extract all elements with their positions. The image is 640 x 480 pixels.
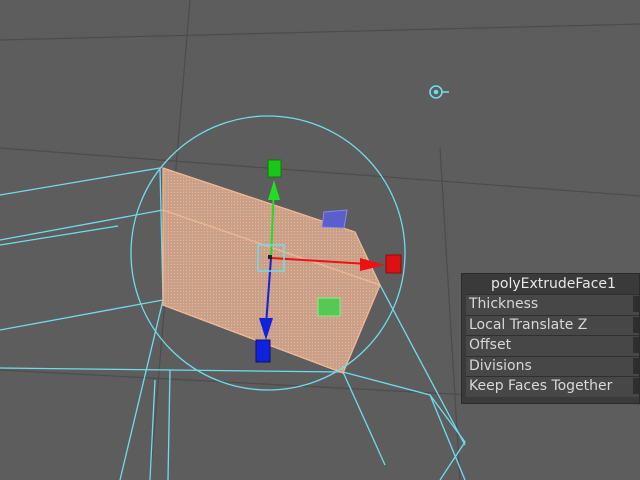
attr-row-thickness[interactable]: Thickness	[466, 294, 639, 315]
z-axis-handle-icon[interactable]	[255, 339, 271, 363]
pivot-dot-icon	[268, 255, 272, 259]
viewport-canvas[interactable]	[0, 0, 640, 480]
3d-viewport[interactable]: polyExtrudeFace1 Thickness Local Transla…	[0, 0, 640, 480]
attr-label: Offset	[469, 337, 512, 353]
x-axis-handle-icon[interactable]	[385, 254, 402, 274]
attr-row-keep-faces-together[interactable]: Keep Faces Together	[466, 376, 639, 397]
y-axis-handle-icon[interactable]	[267, 159, 282, 178]
attr-label: Keep Faces Together	[469, 378, 613, 394]
attr-value-field[interactable]	[633, 378, 639, 394]
xy-plane-handle-icon[interactable]	[321, 209, 348, 229]
poly-extrude-face-panel[interactable]: polyExtrudeFace1 Thickness Local Transla…	[461, 273, 640, 404]
panel-title: polyExtrudeFace1	[491, 276, 616, 292]
attr-row-divisions[interactable]: Divisions	[466, 355, 639, 376]
attr-label: Local Translate Z	[469, 316, 588, 333]
attr-label: Divisions	[469, 357, 532, 374]
attr-value-field[interactable]	[633, 357, 639, 374]
y-axis-arrow-icon[interactable]	[268, 180, 280, 200]
attr-row-offset[interactable]: Offset	[466, 335, 639, 356]
attr-label: Thickness	[469, 296, 539, 312]
crosshair-circle-icon[interactable]	[429, 85, 449, 99]
attr-value-field[interactable]	[633, 296, 639, 312]
attr-value-field[interactable]	[633, 337, 639, 353]
attr-value-field[interactable]	[633, 316, 639, 333]
xz-plane-handle-icon[interactable]	[317, 297, 341, 317]
attr-row-local-translate-z[interactable]: Local Translate Z	[466, 314, 639, 335]
